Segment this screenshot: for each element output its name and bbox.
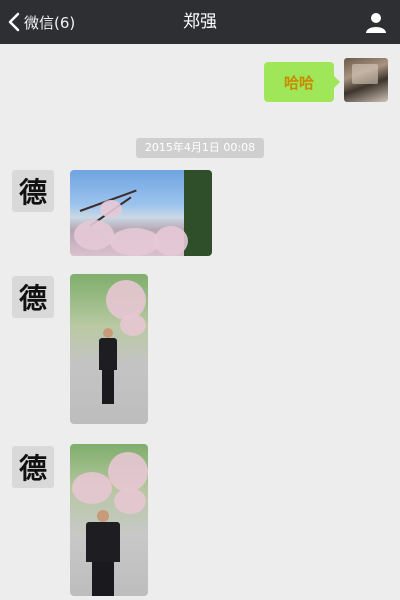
- back-label: 微信(6): [24, 13, 76, 32]
- blossom: [74, 220, 114, 250]
- image-message[interactable]: [70, 274, 148, 424]
- blossom: [100, 200, 122, 218]
- contact-avatar[interactable]: 德: [12, 170, 54, 212]
- person: [98, 328, 118, 404]
- image-message[interactable]: [70, 444, 148, 596]
- navigation-bar: 微信(6) 郑强: [0, 0, 400, 44]
- blossom: [120, 314, 146, 336]
- tree: [184, 170, 212, 256]
- profile-button[interactable]: [364, 10, 388, 34]
- person-legs: [92, 562, 114, 596]
- blossom: [154, 226, 188, 256]
- blossom: [106, 280, 146, 320]
- back-button[interactable]: 微信(6): [8, 0, 75, 44]
- message-text: 哈哈: [283, 73, 314, 92]
- person-head: [103, 328, 113, 338]
- chevron-left-icon: [8, 12, 20, 32]
- person-body: [99, 338, 117, 370]
- image-message[interactable]: [70, 170, 212, 256]
- avatar-char: 德: [18, 282, 47, 315]
- self-avatar[interactable]: [344, 58, 388, 102]
- message-bubble-self[interactable]: 哈哈: [264, 62, 340, 102]
- avatar-char: 德: [18, 452, 47, 485]
- contact-avatar[interactable]: 德: [12, 446, 54, 488]
- person-legs: [102, 370, 114, 404]
- person-head: [97, 510, 109, 522]
- person: [84, 510, 122, 596]
- chat-area[interactable]: 哈哈 2015年4月1日 00:08 德 德 德: [0, 44, 400, 600]
- message-timestamp: 2015年4月1日 00:08: [136, 138, 264, 158]
- person-icon: [366, 13, 386, 33]
- blossom: [72, 472, 112, 504]
- person-body: [86, 522, 120, 562]
- blossom: [110, 228, 160, 256]
- contact-avatar[interactable]: 德: [12, 276, 54, 318]
- blossom: [108, 452, 148, 492]
- avatar-char: 德: [18, 176, 47, 209]
